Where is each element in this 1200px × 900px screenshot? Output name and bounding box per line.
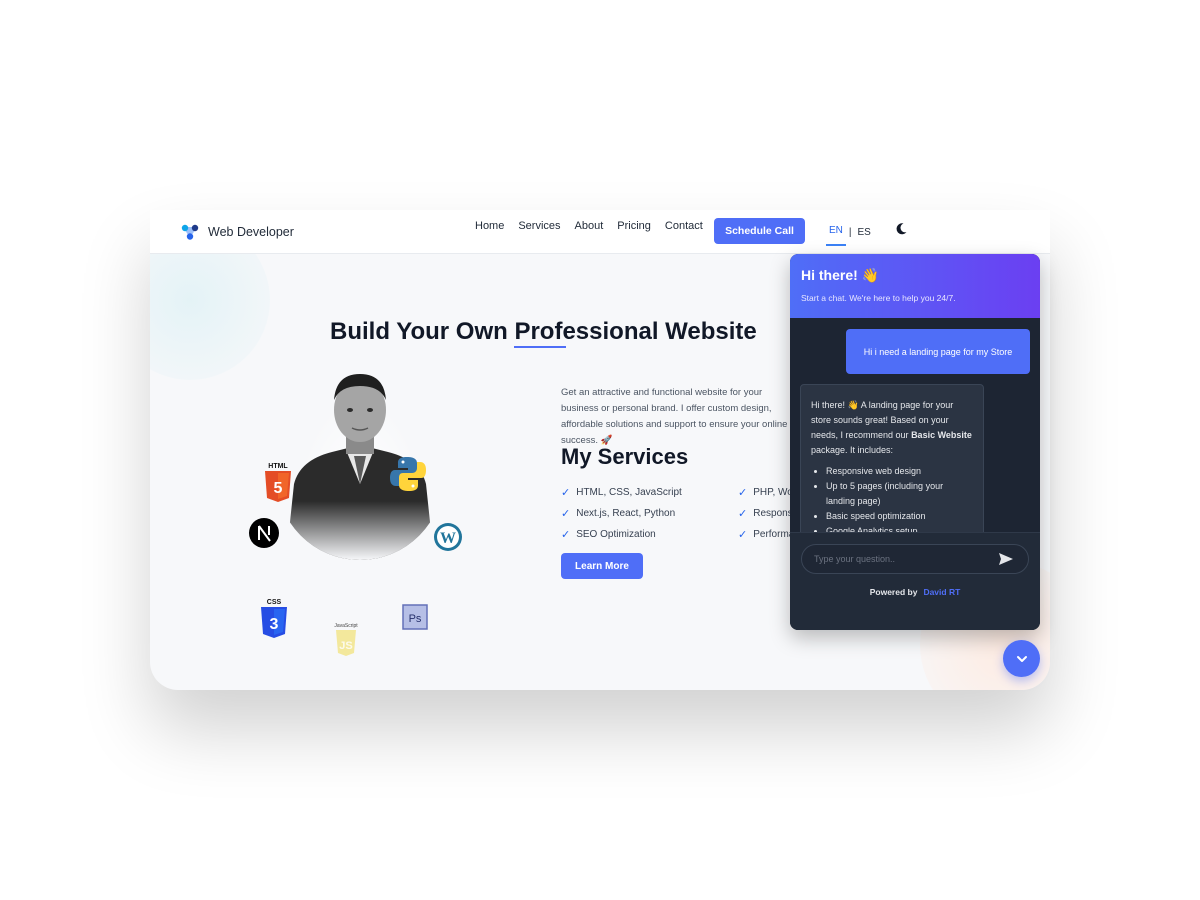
chat-toggle-button[interactable] <box>1003 640 1040 677</box>
nav-link-about[interactable]: About <box>575 220 604 232</box>
bot-message: Hi there! 👋 A landing page for your stor… <box>800 384 984 532</box>
css3-icon: CSS 3 <box>258 596 290 642</box>
bot-message-after: package. It includes: <box>811 445 894 455</box>
list-item: Responsive web design <box>826 464 973 479</box>
brand[interactable]: Web Developer <box>180 222 294 242</box>
list-item: Google Analytics setup <box>826 524 973 532</box>
learn-more-button[interactable]: Learn More <box>561 553 643 579</box>
nav-link-home[interactable]: Home <box>475 220 504 232</box>
check-icon: ✓ <box>738 508 748 520</box>
send-icon[interactable] <box>998 551 1014 567</box>
powered-by-label: Powered by <box>869 587 918 597</box>
portrait-area: HTML 5 W CSS 3 Ps JavaScript JS <box>240 360 480 656</box>
hero-title: Build Your Own Professional Website <box>330 318 757 346</box>
check-icon: ✓ <box>561 508 571 520</box>
javascript-label: JavaScript <box>334 623 358 629</box>
language-switcher: EN | ES <box>826 225 871 246</box>
hero-intro-text: Get an attractive and functional website… <box>561 387 788 446</box>
service-item: ✓ HTML, CSS, JavaScript <box>561 487 682 499</box>
brand-name: Web Developer <box>208 225 294 239</box>
nextjs-icon <box>248 517 280 549</box>
svg-text:5: 5 <box>274 480 283 497</box>
svg-text:W: W <box>440 530 456 547</box>
lang-es-option[interactable]: ES <box>858 227 871 238</box>
services-column-1: ✓ HTML, CSS, JavaScript ✓ Next.js, React, … <box>561 482 682 545</box>
hero-title-post: Website <box>658 318 757 345</box>
lang-en-option[interactable]: EN <box>826 225 846 246</box>
html5-icon: HTML 5 <box>262 460 294 506</box>
css3-label: CSS <box>267 599 282 606</box>
chat-title: Hi there! 👋 <box>801 267 880 283</box>
service-item: ✓ SEO Optimization <box>561 529 656 541</box>
powered-by: Powered by David RT <box>790 587 1040 597</box>
chat-header: Hi there! 👋 Start a chat. We're here to … <box>790 254 1040 318</box>
check-icon: ✓ <box>561 487 571 499</box>
check-icon: ✓ <box>738 529 748 541</box>
javascript-icon: JavaScript JS <box>330 620 362 660</box>
user-message: Hi i need a landing page for my Store <box>846 329 1030 374</box>
list-item: Basic speed optimization <box>826 509 973 524</box>
photoshop-icon: Ps <box>402 604 428 630</box>
powered-by-author-link[interactable]: David RT <box>923 587 960 597</box>
python-icon <box>388 454 428 494</box>
chat-messages[interactable]: Hi i need a landing page for my Store Hi… <box>790 318 1040 532</box>
schedule-call-button[interactable]: Schedule Call <box>714 218 805 244</box>
html5-label: HTML <box>268 463 288 470</box>
nav-link-pricing[interactable]: Pricing <box>617 220 651 232</box>
chat-widget: Hi there! 👋 Start a chat. We're here to … <box>790 254 1040 630</box>
chat-question-input[interactable] <box>801 544 1029 574</box>
svg-text:JS: JS <box>339 640 352 652</box>
wordpress-icon: W <box>433 522 463 552</box>
nav-link-contact[interactable]: Contact <box>665 220 703 232</box>
chat-subtitle: Start a chat. We're here to help you 24/… <box>801 293 956 303</box>
bot-message-bold: Basic Website <box>911 430 972 440</box>
check-icon: ✓ <box>738 487 748 499</box>
brand-logo-icon <box>181 224 199 240</box>
top-navbar: Web Developer Home Services About Pricin… <box>150 210 1050 254</box>
service-item: ✓ Next.js, React, Python <box>561 508 676 520</box>
hero-title-pre: Build Your Own <box>330 318 515 345</box>
bot-feature-list: Responsive web design Up to 5 pages (inc… <box>811 464 973 532</box>
services-title: My Services <box>561 444 689 469</box>
moon-icon[interactable] <box>894 222 908 236</box>
hero-title-highlight: Professional <box>514 318 659 345</box>
chevron-down-icon <box>1016 655 1027 662</box>
svg-text:3: 3 <box>270 616 279 633</box>
check-icon: ✓ <box>561 529 571 541</box>
nav-links: Home Services About Pricing Contact <box>475 220 703 232</box>
list-item: Up to 5 pages (including your landing pa… <box>826 479 973 509</box>
lang-separator: | <box>848 227 852 238</box>
chat-footer: Powered by David RT <box>790 532 1040 630</box>
photoshop-label: Ps <box>409 613 422 625</box>
nav-link-services[interactable]: Services <box>518 220 560 232</box>
